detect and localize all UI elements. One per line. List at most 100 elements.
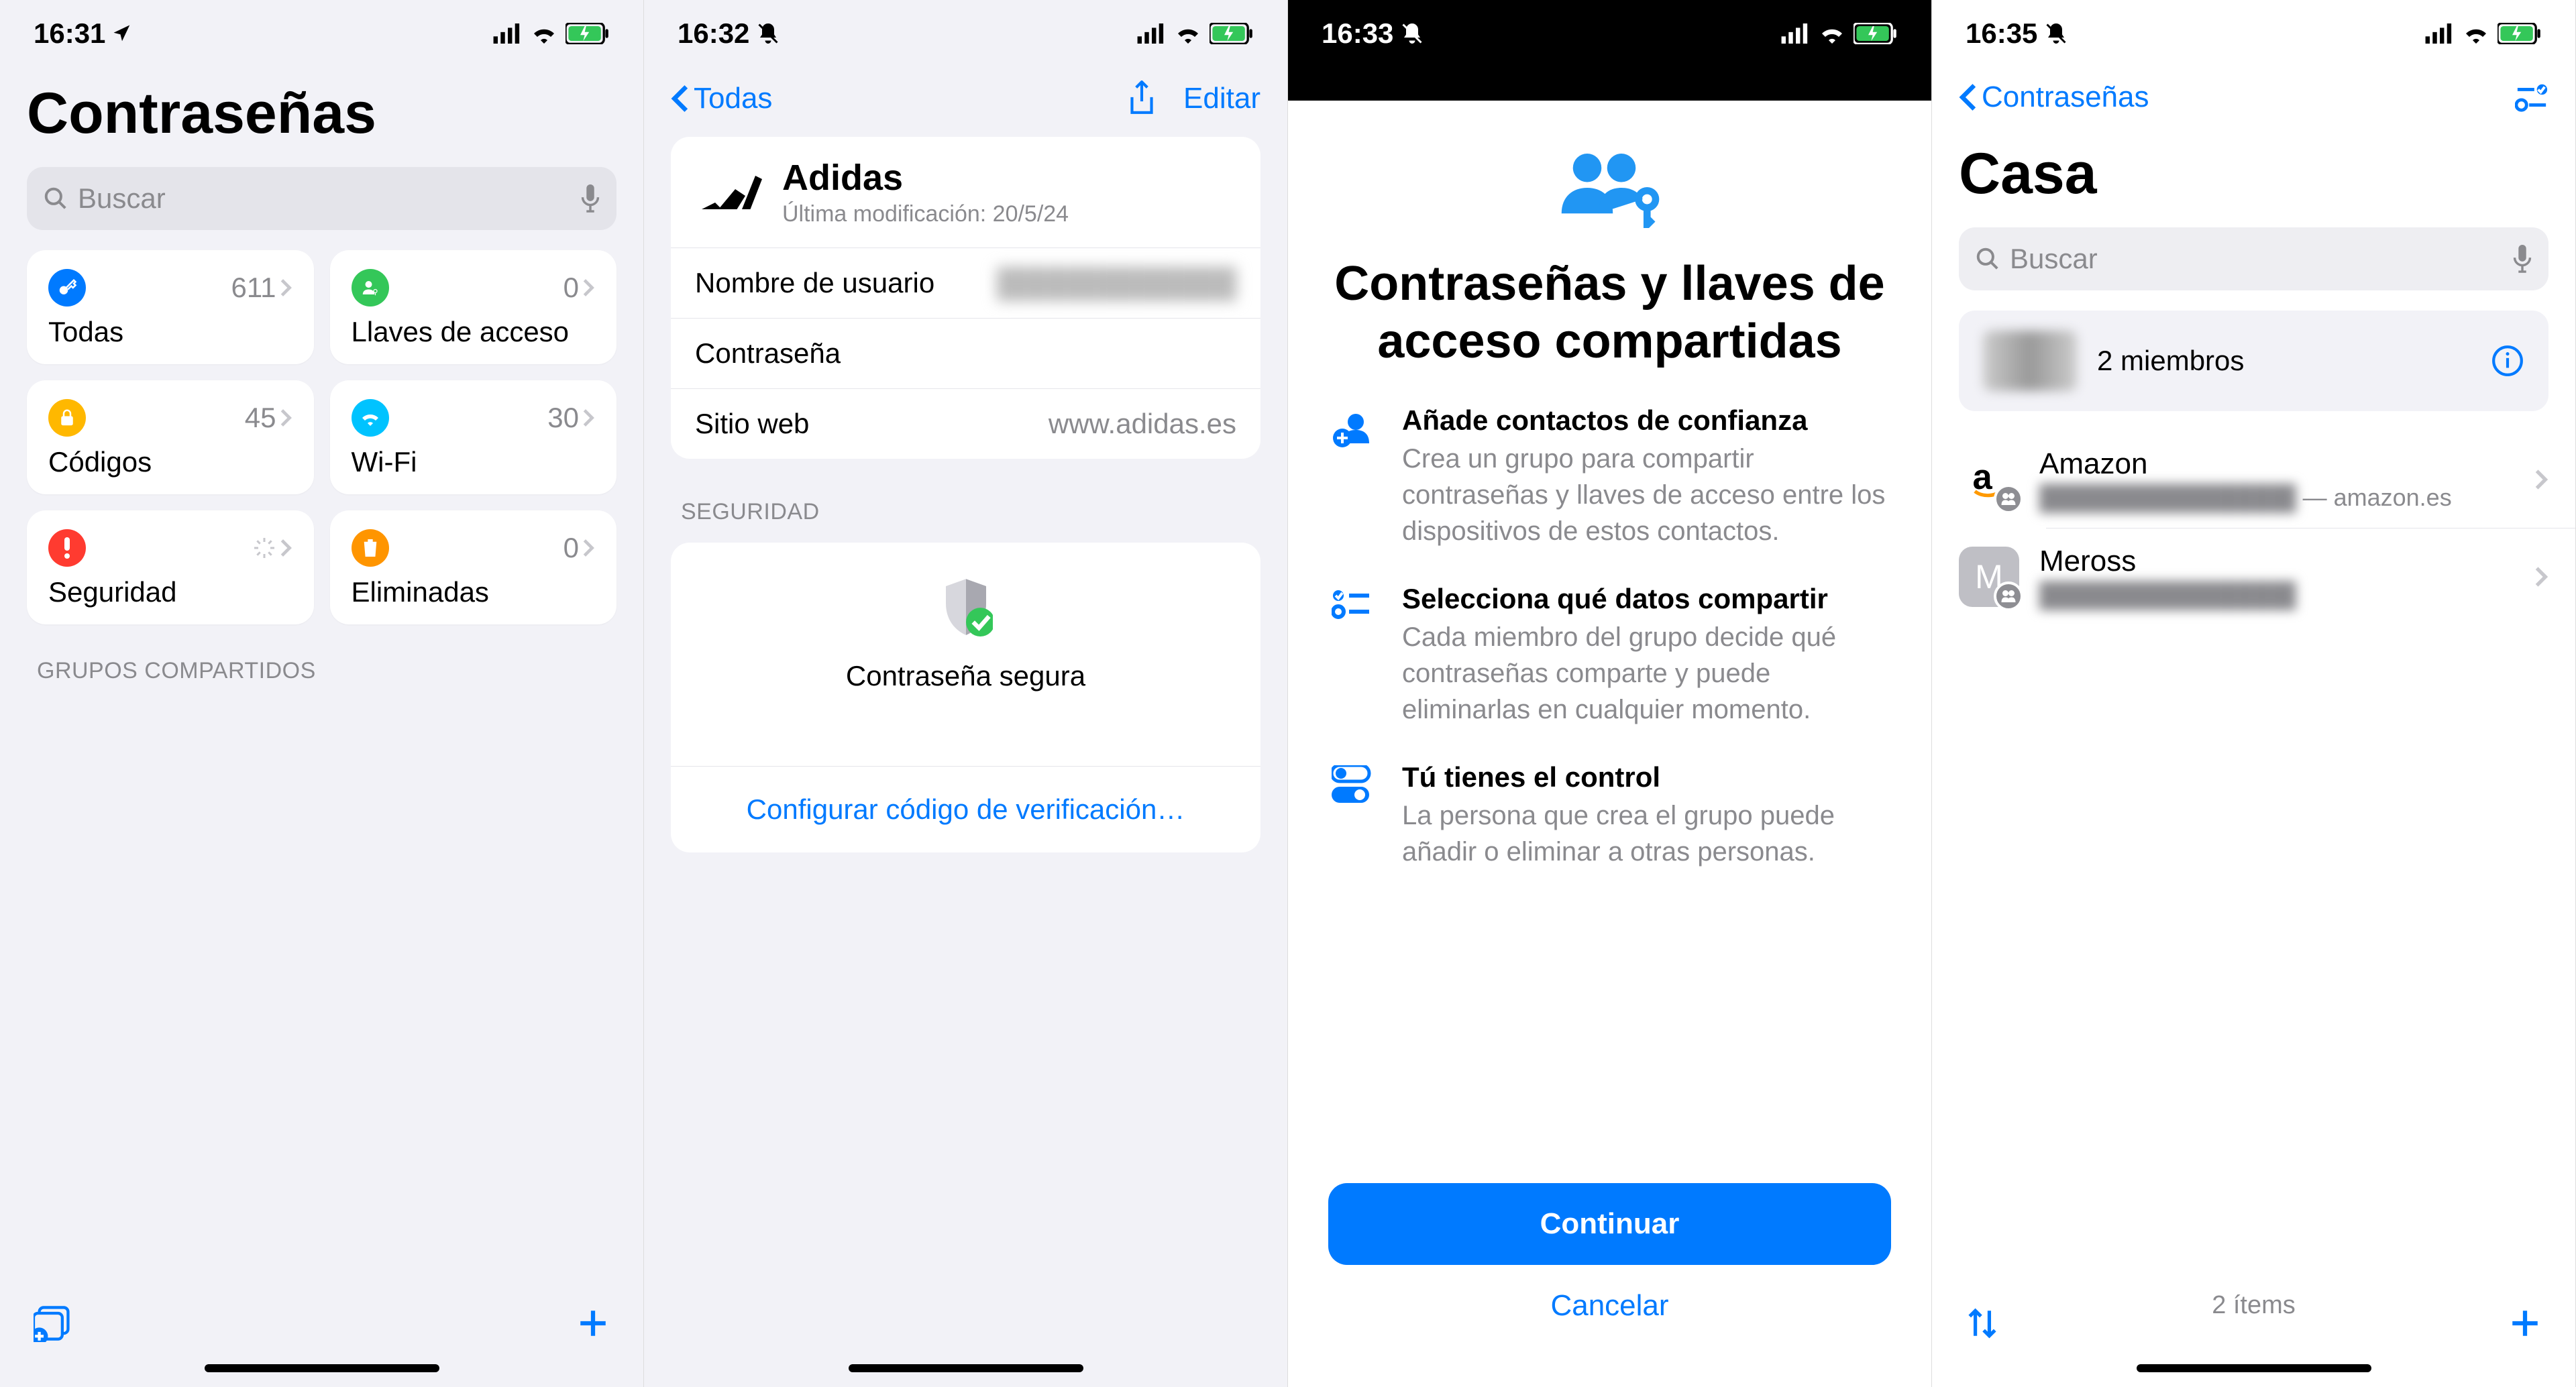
chevron-right-icon <box>582 408 595 428</box>
chevron-left-icon <box>671 84 690 113</box>
entry-modified: Última modificación: 20/5/24 <box>782 201 1069 227</box>
people-key-icon <box>1553 148 1667 228</box>
sheet-title: Contraseñas y llaves de acceso compartid… <box>1328 255 1891 371</box>
shield-check-icon <box>939 576 993 636</box>
battery-charging-icon <box>2498 23 2542 44</box>
cancel-button[interactable]: Cancelar <box>1328 1265 1891 1347</box>
location-icon <box>112 23 132 44</box>
search-icon <box>43 186 68 211</box>
status-time: 16:35 <box>1966 17 2037 50</box>
new-group-icon[interactable] <box>34 1305 74 1342</box>
wifi-icon <box>1819 23 1845 44</box>
lock-clock-icon <box>48 399 86 437</box>
sheet-item-contacts: Añade contactos de confianza Crea un gru… <box>1328 404 1891 549</box>
dnd-icon <box>756 21 780 46</box>
screen-group-detail: 16:35 Contraseñas Casa Buscar 2 miembros… <box>1932 0 2576 1387</box>
tile-passkeys[interactable]: 0 Llaves de acceso <box>330 250 617 364</box>
wifi-icon <box>1175 23 1201 44</box>
wifi-icon <box>2463 23 2489 44</box>
row-username[interactable]: Nombre de usuario ████████████ <box>671 247 1260 318</box>
back-button[interactable]: Todas <box>671 82 772 115</box>
tile-codes[interactable]: 45 Códigos <box>27 380 314 494</box>
sheet-item-control: Tú tienes el control La persona que crea… <box>1328 761 1891 870</box>
share-icon[interactable] <box>1127 80 1157 117</box>
chevron-right-icon <box>2534 565 2548 588</box>
tile-all[interactable]: 611 Todas <box>27 250 314 364</box>
trash-icon <box>352 529 389 567</box>
status-bar: 16:33 <box>1288 0 1931 67</box>
password-card: Adidas Última modificación: 20/5/24 Nomb… <box>671 137 1260 459</box>
mic-icon[interactable] <box>580 184 600 213</box>
home-indicator <box>205 1364 439 1372</box>
member-avatars <box>1983 331 2077 391</box>
home-indicator <box>849 1364 1083 1372</box>
setup-verification-link[interactable]: Configurar código de verificación… <box>671 766 1260 852</box>
mic-icon[interactable] <box>2512 245 2532 273</box>
add-contact-icon <box>1328 404 1375 549</box>
amazon-logo: a <box>1959 449 2019 510</box>
status-bar: 16:31 <box>0 0 643 67</box>
row-website[interactable]: Sitio web www.adidas.es <box>671 388 1260 459</box>
shared-badge-icon <box>1994 484 2023 514</box>
chevron-right-icon <box>279 538 292 558</box>
dnd-icon <box>1400 21 1424 46</box>
page-title: Contraseñas <box>0 67 643 167</box>
shared-badge-icon <box>1994 581 2023 611</box>
meross-logo: M <box>1959 547 2019 607</box>
edit-button[interactable]: Editar <box>1183 82 1260 115</box>
battery-charging-icon <box>1854 23 1898 44</box>
search-input[interactable]: Buscar <box>1959 227 2548 290</box>
person-key-icon <box>352 269 389 307</box>
wifi-icon <box>531 23 557 44</box>
sheet-item-select: Selecciona qué datos compartir Cada miem… <box>1328 583 1891 728</box>
cellular-icon <box>2425 23 2455 44</box>
back-button[interactable]: Contraseñas <box>1959 80 2149 114</box>
row-password[interactable]: Contraseña <box>671 318 1260 388</box>
section-security: SEGURIDAD <box>644 465 1287 536</box>
wifi-tile-icon <box>352 399 389 437</box>
toggles-icon <box>1328 761 1375 870</box>
members-row[interactable]: 2 miembros <box>1959 311 2548 411</box>
chevron-right-icon <box>2534 468 2548 491</box>
nav-bar: Todas Editar <box>644 67 1287 130</box>
chevron-left-icon <box>1959 82 1978 112</box>
search-placeholder: Buscar <box>78 182 166 215</box>
security-status-card: Contraseña segura Configurar código de v… <box>671 543 1260 852</box>
screen-password-detail: 16:32 Todas Editar Adidas Última modific… <box>644 0 1288 1387</box>
cellular-icon <box>1781 23 1811 44</box>
nav-bar: Contraseñas <box>1932 67 2575 127</box>
filter-icon[interactable] <box>2515 82 2548 112</box>
spinner-icon <box>252 536 276 560</box>
section-shared-groups: GRUPOS COMPARTIDOS <box>0 624 643 695</box>
search-placeholder: Buscar <box>2010 243 2098 275</box>
continue-button[interactable]: Continuar <box>1328 1183 1891 1265</box>
onboarding-sheet: Contraseñas y llaves de acceso compartid… <box>1288 101 1931 1387</box>
status-bar: 16:32 <box>644 0 1287 67</box>
chevron-right-icon <box>582 538 595 558</box>
list-item-meross[interactable]: M Meross ███████████████ <box>1932 529 2575 625</box>
status-time: 16:32 <box>678 17 749 50</box>
status-bar: 16:35 <box>1932 0 2575 67</box>
home-indicator <box>2137 1364 2371 1372</box>
cellular-icon <box>493 23 523 44</box>
tile-deleted[interactable]: 0 Eliminadas <box>330 510 617 624</box>
battery-charging-icon <box>1210 23 1254 44</box>
checklist-icon <box>1328 583 1375 728</box>
search-input[interactable]: Buscar <box>27 167 616 230</box>
group-title: Casa <box>1932 127 2575 227</box>
add-icon[interactable] <box>576 1307 610 1340</box>
security-status-text: Contraseña segura <box>671 660 1260 692</box>
screen-passwords-home: 16:31 Contraseñas Buscar 611 Todas <box>0 0 644 1387</box>
alert-icon <box>48 529 86 567</box>
info-icon[interactable] <box>2491 344 2524 378</box>
key-icon <box>48 269 86 307</box>
tile-security[interactable]: Seguridad <box>27 510 314 624</box>
list-item-amazon[interactable]: a Amazon ███████████████ — amazon.es <box>1932 431 2575 528</box>
search-icon <box>1975 246 2000 272</box>
dnd-icon <box>2044 21 2068 46</box>
tile-wifi[interactable]: 30 Wi-Fi <box>330 380 617 494</box>
battery-charging-icon <box>566 23 610 44</box>
entry-name: Adidas <box>782 157 1069 199</box>
category-grid: 611 Todas 0 Llaves de acceso 45 Códigos <box>0 250 643 624</box>
chevron-right-icon <box>279 408 292 428</box>
